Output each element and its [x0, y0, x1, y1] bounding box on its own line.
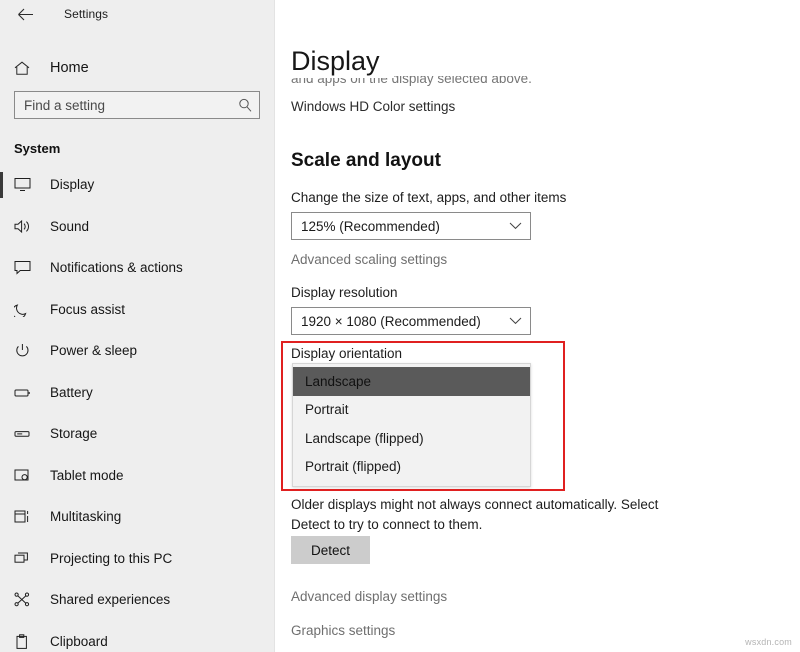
- sidebar-item-focus-assist[interactable]: Focus assist: [0, 289, 274, 331]
- sidebar-section-title: System: [0, 141, 274, 156]
- resolution-value: 1920 × 1080 (Recommended): [301, 314, 509, 329]
- sidebar-item-home[interactable]: Home: [0, 51, 274, 85]
- orientation-option-label: Portrait: [305, 402, 349, 417]
- sidebar-item-label: Shared experiences: [50, 592, 170, 607]
- orientation-option-landscape[interactable]: Landscape: [293, 367, 530, 396]
- advanced-display-settings-link[interactable]: Advanced display settings: [291, 589, 447, 604]
- sidebar-item-storage[interactable]: Storage: [0, 413, 274, 455]
- sidebar-item-label: Display: [50, 177, 94, 192]
- sidebar-item-power-sleep[interactable]: Power & sleep: [0, 330, 274, 372]
- chevron-down-icon[interactable]: [509, 317, 522, 325]
- projecting-icon: [14, 548, 36, 568]
- chevron-down-icon[interactable]: [509, 222, 522, 230]
- back-arrow-icon[interactable]: [10, 3, 40, 25]
- sidebar-item-shared-experiences[interactable]: Shared experiences: [0, 579, 274, 621]
- home-icon: [14, 61, 36, 76]
- scale-label: Change the size of text, apps, and other…: [291, 190, 566, 205]
- sidebar-item-label: Projecting to this PC: [50, 551, 172, 566]
- orientation-option-label: Landscape (flipped): [305, 431, 424, 446]
- scale-value: 125% (Recommended): [301, 219, 509, 234]
- home-label: Home: [50, 60, 89, 76]
- orientation-dropdown-list[interactable]: Landscape Portrait Landscape (flipped) P…: [292, 363, 531, 487]
- page-title: Display: [291, 44, 394, 78]
- multitasking-icon: [14, 507, 36, 527]
- monitor-icon: [14, 175, 36, 195]
- notification-icon: [14, 258, 36, 278]
- sidebar-item-label: Storage: [50, 426, 97, 441]
- sidebar-item-label: Clipboard: [50, 634, 108, 649]
- search-input[interactable]: [24, 98, 238, 113]
- sidebar-item-label: Sound: [50, 219, 89, 234]
- sidebar-item-display[interactable]: Display: [0, 164, 274, 206]
- scale-combobox[interactable]: 125% (Recommended): [291, 212, 531, 240]
- orientation-option-portrait[interactable]: Portrait: [293, 396, 530, 425]
- search-box[interactable]: [14, 91, 260, 119]
- orientation-option-label: Landscape: [305, 374, 371, 389]
- speaker-icon: [14, 216, 36, 236]
- sidebar-item-label: Notifications & actions: [50, 260, 183, 275]
- sidebar-item-sound[interactable]: Sound: [0, 206, 274, 248]
- sidebar-item-projecting[interactable]: Projecting to this PC: [0, 538, 274, 580]
- sidebar-item-clipboard[interactable]: Clipboard: [0, 621, 274, 652]
- sidebar-item-tablet-mode[interactable]: Tablet mode: [0, 455, 274, 497]
- search-icon[interactable]: [238, 98, 252, 112]
- watermark: wsxdn.com: [745, 637, 792, 647]
- settings-window: Settings Home System: [0, 0, 800, 652]
- tablet-icon: [14, 465, 36, 485]
- main-content: Display and apps on the display selected…: [275, 0, 800, 652]
- sidebar-item-label: Tablet mode: [50, 468, 124, 483]
- advanced-scaling-settings-link[interactable]: Advanced scaling settings: [291, 252, 447, 267]
- sidebar-item-label: Battery: [50, 385, 93, 400]
- sidebar-item-label: Focus assist: [50, 302, 125, 317]
- sidebar: Settings Home System: [0, 0, 275, 652]
- sidebar-item-label: Power & sleep: [50, 343, 137, 358]
- scale-and-layout-heading: Scale and layout: [291, 150, 441, 172]
- title-bar: Settings: [0, 0, 274, 28]
- app-title: Settings: [64, 7, 108, 21]
- storage-icon: [14, 424, 36, 444]
- sidebar-item-multitasking[interactable]: Multitasking: [0, 496, 274, 538]
- clipboard-icon: [14, 631, 36, 651]
- resolution-label: Display resolution: [291, 285, 398, 300]
- resolution-combobox[interactable]: 1920 × 1080 (Recommended): [291, 307, 531, 335]
- orientation-option-label: Portrait (flipped): [305, 459, 401, 474]
- orientation-option-portrait-flipped[interactable]: Portrait (flipped): [293, 453, 530, 482]
- detect-button[interactable]: Detect: [291, 536, 370, 564]
- graphics-settings-link[interactable]: Graphics settings: [291, 623, 395, 638]
- share-icon: [14, 590, 36, 610]
- sidebar-nav-list: Display Sound Notifications & actions: [0, 164, 274, 652]
- orientation-label: Display orientation: [291, 346, 402, 361]
- detect-description: Older displays might not always connect …: [291, 495, 681, 535]
- hd-color-settings-link[interactable]: Windows HD Color settings: [291, 99, 455, 114]
- moon-icon: [14, 299, 36, 319]
- power-icon: [14, 341, 36, 361]
- sidebar-item-notifications[interactable]: Notifications & actions: [0, 247, 274, 289]
- sidebar-item-label: Multitasking: [50, 509, 121, 524]
- battery-icon: [14, 382, 36, 402]
- orientation-option-landscape-flipped[interactable]: Landscape (flipped): [293, 424, 530, 453]
- sidebar-item-battery[interactable]: Battery: [0, 372, 274, 414]
